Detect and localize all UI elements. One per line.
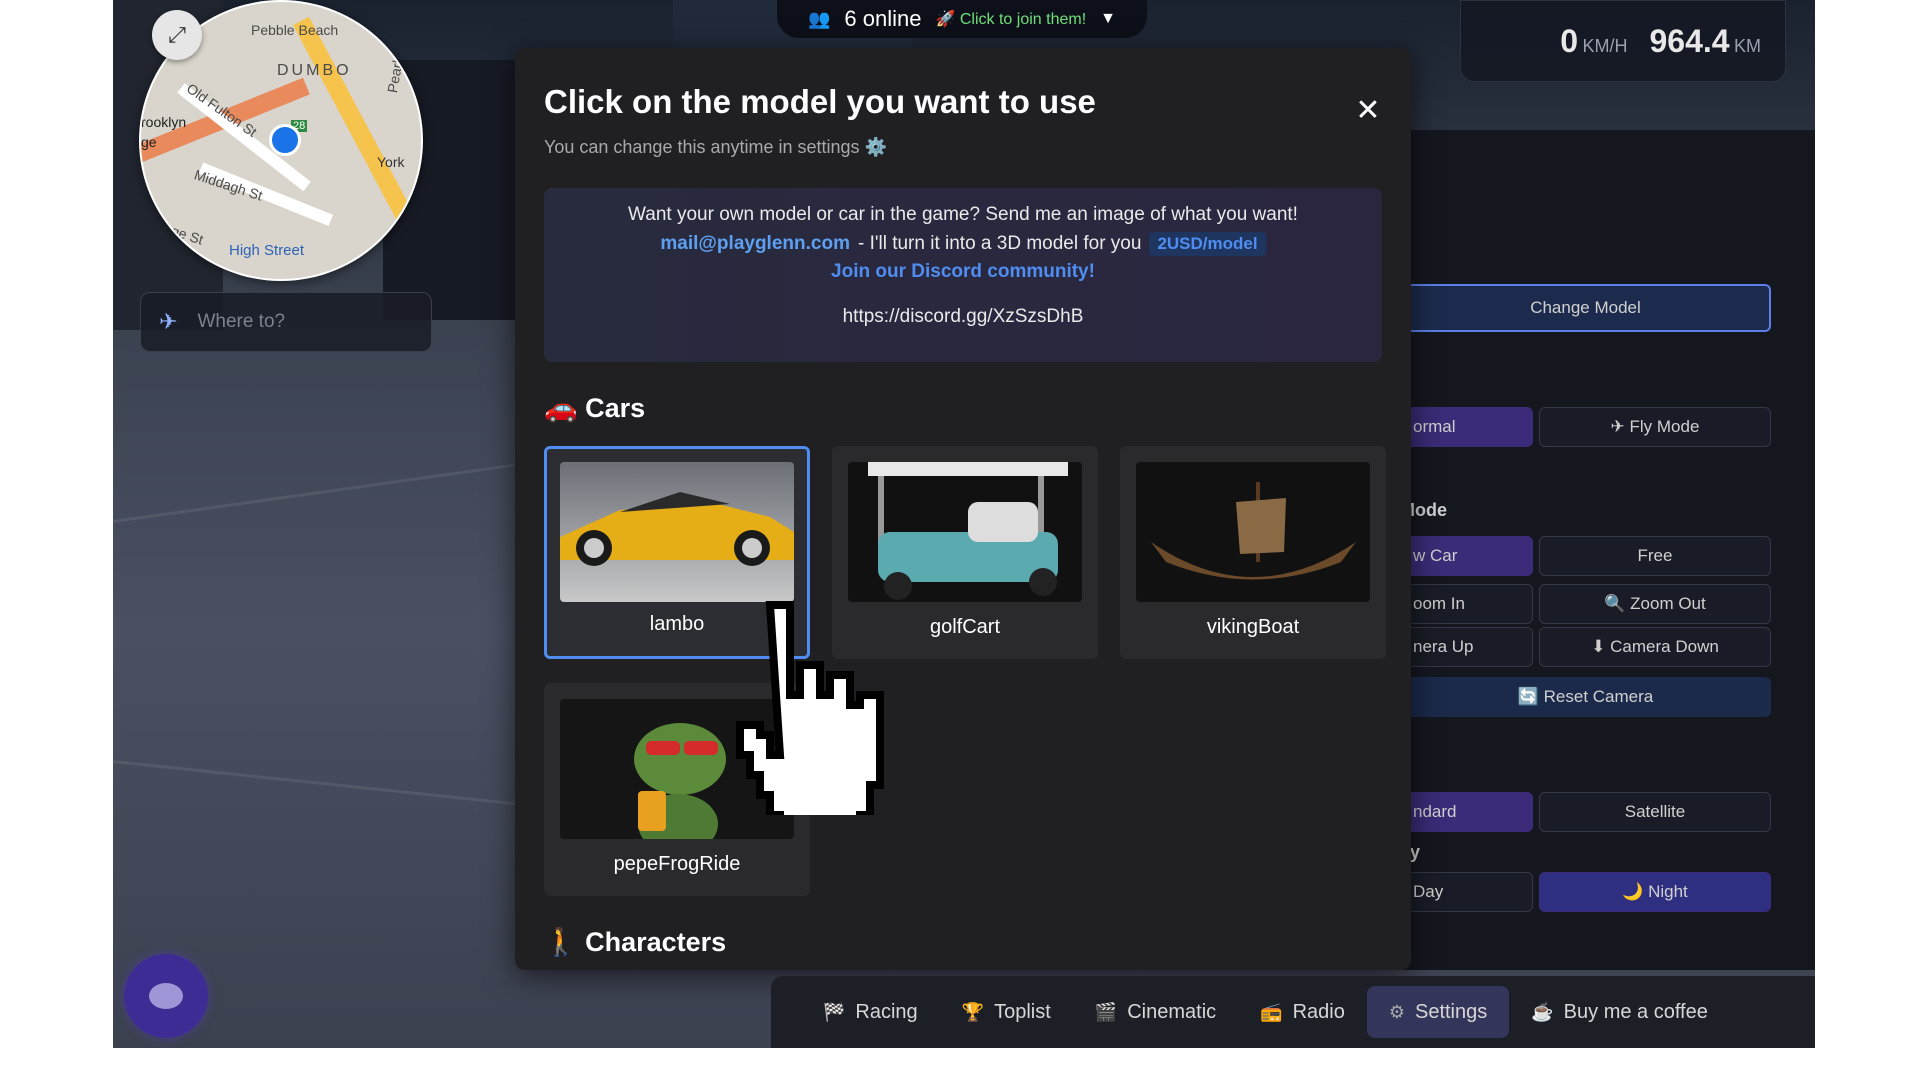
nav-label: Buy me a coffee [1563, 1000, 1708, 1023]
map-label: DUMBO [277, 62, 352, 79]
nav-radio[interactable]: 📻 Radio [1238, 986, 1367, 1038]
change-model-button[interactable]: Change Model [1400, 284, 1771, 332]
road-line [113, 760, 531, 807]
road-line [113, 461, 530, 523]
camera-down-button[interactable]: ⬇ Camera Down [1539, 627, 1771, 667]
night-button[interactable]: 🌙 Night [1539, 872, 1771, 912]
zoom-in-button[interactable]: oom In [1400, 584, 1533, 624]
discord-url[interactable]: https://discord.gg/XzSzsDhB [544, 306, 1382, 328]
camera-up-button[interactable]: nera Up [1400, 627, 1533, 667]
model-picker-modal: Click on the model you want to use You c… [515, 48, 1411, 970]
promo-box: Want your own model or car in the game? … [544, 188, 1382, 362]
nav-toplist[interactable]: 🏆 Toplist [940, 986, 1073, 1038]
nav-racing[interactable]: 🏁 Racing [801, 986, 940, 1038]
free-camera-button[interactable]: Free [1539, 536, 1771, 576]
map-label: ge [141, 134, 157, 150]
chat-bubble-icon [149, 983, 183, 1009]
price-badge: 2USD/model [1149, 232, 1266, 256]
nav-settings[interactable]: ⚙ Settings [1366, 986, 1510, 1038]
radio-icon: 📻 [1260, 1001, 1283, 1022]
chat-button[interactable] [124, 954, 208, 1038]
model-name: pepeFrogRide [613, 853, 741, 875]
map-label: York [377, 154, 405, 170]
map-label: High Street [229, 242, 305, 259]
trophy-icon: 🏆 [961, 1001, 985, 1022]
online-status[interactable]: 👥 6 online 🚀 Click to join them! ▼ [777, 0, 1147, 38]
model-name: vikingBoat [1206, 616, 1300, 638]
player-location-dot [269, 124, 301, 156]
nav-label: Toplist [994, 1000, 1051, 1023]
chevron-down-icon[interactable]: ▼ [1100, 10, 1116, 28]
nav-label: Cinematic [1127, 1000, 1217, 1023]
satellite-map-button[interactable]: Satellite [1539, 792, 1771, 832]
golfcart-thumbnail [848, 462, 1082, 602]
distance-unit: KM [1734, 35, 1761, 56]
reset-camera-button[interactable]: 🔄 Reset Camera [1400, 677, 1771, 717]
nav-cinematic[interactable]: 🎬 Cinematic [1073, 986, 1238, 1038]
clapperboard-icon: 🎬 [1094, 1001, 1118, 1022]
coffee-icon: ☕ [1531, 1001, 1554, 1022]
flag-icon: 🏁 [823, 1001, 846, 1022]
bottom-nav: 🏁 Racing 🏆 Toplist 🎬 Cinematic 📻 Radio ⚙… [771, 976, 1815, 1048]
follow-car-button[interactable]: w Car [1400, 536, 1533, 576]
characters-section-title: 🚶 Characters [544, 927, 727, 957]
gear-icon: ⚙ [1388, 1001, 1405, 1022]
speed-unit: KM/H [1582, 35, 1628, 56]
modal-title: Click on the model you want to use [544, 83, 1096, 120]
expand-map-icon[interactable]: ⤢ [152, 10, 202, 60]
discord-join-link[interactable]: Join our Discord community! [544, 261, 1382, 283]
map-label: Pebble Beach [251, 22, 339, 38]
map-label: Pearl S [384, 45, 408, 95]
lambo-thumbnail [560, 462, 794, 602]
nav-label: Settings [1414, 1000, 1488, 1023]
close-icon[interactable]: ✕ [1348, 90, 1388, 130]
modal-subtitle: You can change this anytime in settings … [544, 137, 887, 157]
email-link[interactable]: mail@playglenn.com [660, 233, 850, 255]
nav-buy-coffee[interactable]: ☕ Buy me a coffee [1509, 986, 1730, 1038]
plane-icon: ✈ [159, 309, 178, 334]
fly-mode-button[interactable]: ✈ Fly Mode [1539, 407, 1771, 447]
users-icon: 👥 [808, 8, 831, 29]
nav-label: Racing [855, 1000, 918, 1023]
nav-label: Radio [1292, 1000, 1345, 1023]
join-link[interactable]: 🚀 Click to join them! [936, 9, 1087, 29]
distance-value: 964.4 [1649, 22, 1730, 59]
hand-pointer-icon [736, 601, 884, 815]
day-button[interactable]: Day [1400, 872, 1533, 912]
cars-section-title: 🚗 Cars [544, 393, 646, 423]
search-input[interactable] [195, 310, 400, 334]
standard-map-button[interactable]: ndard [1400, 792, 1533, 832]
promo-line: - I'll turn it into a 3D model for you [857, 233, 1142, 254]
speed-value: 0 [1560, 22, 1579, 59]
speedometer: 0 KM/H 964.4 KM [1460, 0, 1786, 82]
map-label: rooklyn [141, 114, 187, 130]
zoom-out-button[interactable]: 🔍 Zoom Out [1539, 584, 1771, 624]
destination-search[interactable]: ✈ [140, 292, 432, 352]
online-count: 6 online [844, 6, 922, 31]
vikingboat-thumbnail [1136, 462, 1370, 602]
map-street [198, 162, 334, 227]
model-card-vikingboat[interactable]: vikingBoat [1120, 446, 1386, 659]
promo-line: Want your own model or car in the game? … [628, 204, 1298, 225]
settings-panel: Change Model e ormal ✈ Fly Mode Mode w C… [1400, 130, 1815, 970]
normal-mode-button[interactable]: ormal [1400, 407, 1533, 447]
